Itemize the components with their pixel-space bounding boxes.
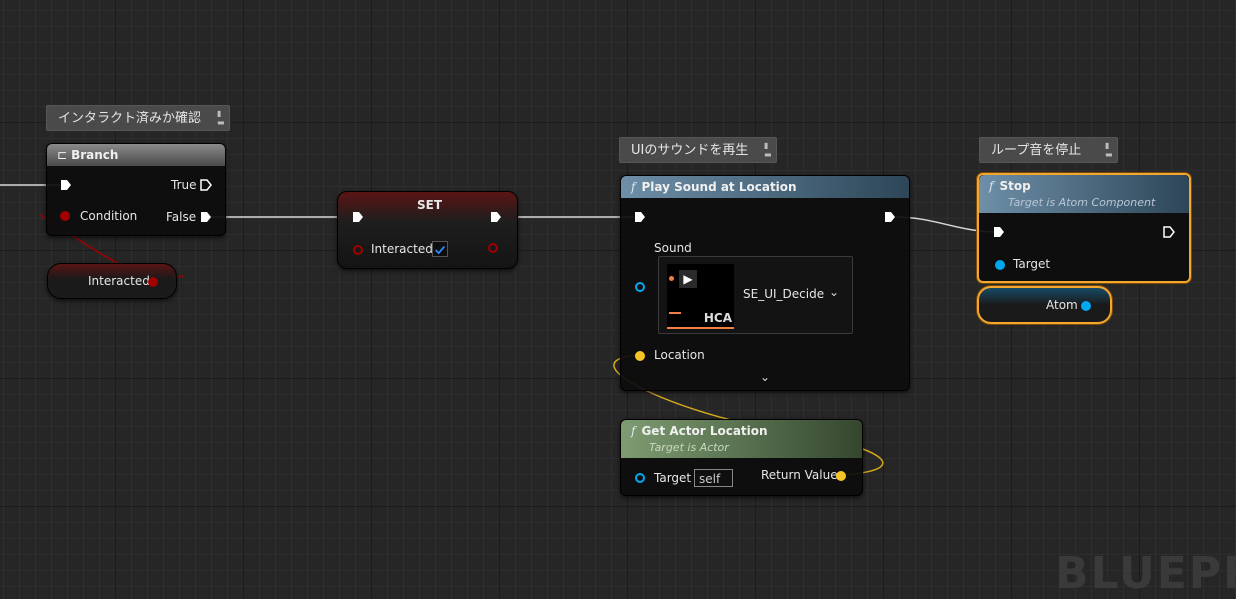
condition-pin[interactable] (60, 211, 70, 221)
pin-label-true: True (171, 178, 197, 192)
pin-tack-icon[interactable]: ▮▬ (764, 141, 772, 159)
target-in-pin[interactable] (635, 473, 645, 483)
pin-label-interacted: Interacted (371, 242, 433, 256)
branch-node[interactable]: ⊏ Branch True Condition False (46, 143, 226, 236)
branch-icon: ⊏ (57, 148, 67, 162)
comment-text: インタラクト済みか確認 (58, 111, 201, 126)
comment-stop[interactable]: ループ音を停止 ▮▬ (979, 137, 1118, 163)
exec-in-pin[interactable] (993, 226, 1005, 238)
checkmark-icon (433, 243, 447, 257)
return-value-out-pin[interactable] (836, 471, 846, 481)
exec-false-pin[interactable] (200, 211, 212, 223)
pin-label-condition: Condition (80, 209, 137, 223)
pin-label-location: Location (654, 348, 705, 362)
node-title: Play Sound at Location (641, 180, 796, 194)
stop-header[interactable]: f Stop Target is Atom Component (979, 175, 1189, 213)
stop-node[interactable]: f Stop Target is Atom Component Target (977, 173, 1191, 283)
node-title: SET (417, 198, 442, 212)
sound-asset-picker[interactable]: ▶ HCA SE_UI_Decide ⌄ (658, 256, 853, 334)
pin-label-target: Target (1013, 257, 1050, 271)
exec-out-pin[interactable] (884, 211, 896, 223)
asset-dot-icon (669, 276, 674, 281)
get-actor-location-header[interactable]: f Get Actor Location Target is Actor (621, 420, 862, 458)
location-in-pin[interactable] (635, 351, 645, 361)
exec-in-pin[interactable] (352, 211, 364, 223)
node-title: Get Actor Location (641, 424, 767, 438)
wire-layer (0, 0, 1236, 570)
comment-play[interactable]: UIのサウンドを再生 ▮▬ (619, 137, 777, 163)
node-subtitle: Target is Actor (649, 441, 729, 454)
target-in-pin[interactable] (995, 260, 1005, 270)
target-input[interactable]: self (694, 469, 733, 487)
exec-out-pin[interactable] (1163, 226, 1175, 238)
interacted-checkbox[interactable] (432, 241, 448, 257)
pin-tack-icon[interactable]: ▮▬ (217, 109, 225, 127)
play-icon[interactable]: ▶ (679, 270, 697, 288)
pin-tack-icon[interactable]: ▮▬ (1105, 141, 1113, 159)
asset-badge: HCA (704, 311, 732, 325)
atom-out-pin[interactable] (1081, 301, 1091, 311)
get-actor-location-node[interactable]: f Get Actor Location Target is Actor Targ… (620, 419, 863, 496)
chevron-down-icon[interactable]: ⌄ (829, 285, 839, 299)
comment-text: ループ音を停止 (991, 143, 1081, 158)
expand-chevron-icon[interactable]: ⌄ (760, 370, 770, 384)
comment-text: UIのサウンドを再生 (631, 143, 748, 158)
atom-getter-node[interactable]: Atom (977, 286, 1112, 324)
exec-in-pin[interactable] (634, 211, 646, 223)
play-sound-header[interactable]: f Play Sound at Location (621, 176, 909, 198)
node-subtitle: Target is Atom Component (1008, 196, 1155, 209)
function-icon: f (989, 179, 993, 193)
pin-label-false: False (166, 210, 196, 224)
function-icon: f (631, 424, 635, 438)
play-sound-node[interactable]: f Play Sound at Location Sound ▶ HCA SE_U… (620, 175, 910, 391)
exec-true-pin[interactable] (200, 179, 212, 191)
sound-in-pin[interactable] (635, 282, 645, 292)
pin-label-target: Target (654, 471, 691, 485)
asset-color-bar (667, 327, 734, 329)
branch-header[interactable]: ⊏ Branch (47, 144, 225, 166)
variable-label: Atom (1046, 298, 1078, 312)
asset-name: SE_UI_Decide (743, 287, 824, 301)
exec-out-pin[interactable] (490, 211, 502, 223)
interacted-out-pin[interactable] (488, 243, 498, 253)
pin-label-return-value: Return Value (761, 468, 838, 482)
interacted-getter-node[interactable]: Interacted (47, 263, 177, 299)
interacted-out-pin[interactable] (148, 277, 158, 287)
node-title: Stop (999, 179, 1030, 193)
graph-watermark: BLUEPR (1055, 548, 1236, 599)
set-node[interactable]: SET Interacted (337, 191, 518, 269)
asset-line-icon (669, 312, 681, 314)
comment-branch[interactable]: インタラクト済みか確認 ▮▬ (46, 105, 230, 131)
pin-label-sound: Sound (654, 241, 692, 255)
function-icon: f (631, 180, 635, 194)
asset-thumbnail[interactable]: ▶ HCA (667, 264, 734, 329)
variable-label: Interacted (88, 274, 150, 288)
interacted-in-pin[interactable] (353, 245, 363, 255)
node-title: Branch (71, 148, 118, 162)
exec-in-pin[interactable] (60, 179, 72, 191)
